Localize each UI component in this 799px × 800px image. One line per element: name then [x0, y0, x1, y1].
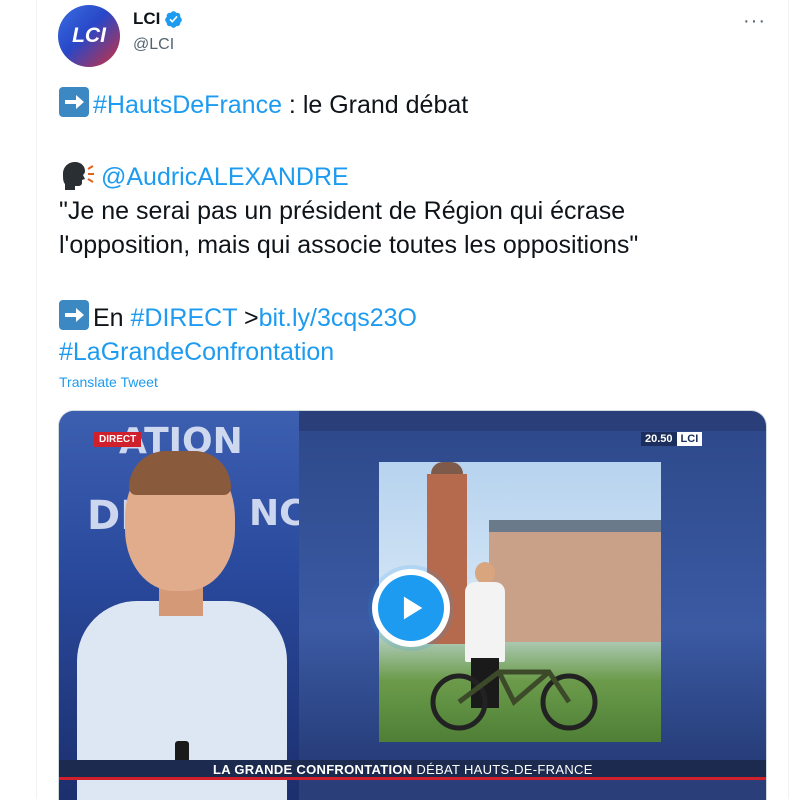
timeline-left-border [36, 0, 37, 799]
user-display-name[interactable]: LCI [133, 8, 183, 30]
lower-third-caption: LA GRANDE CONFRONTATION DÉBAT HAUTS-DE-F… [213, 762, 593, 778]
speaking-head-emoji-icon [63, 162, 94, 190]
short-link[interactable]: bit.ly/3cqs23O [259, 304, 417, 332]
mention-audricalexandre[interactable]: @AudricALEXANDRE [101, 163, 349, 191]
right-arrow-emoji-icon [59, 87, 89, 117]
translate-tweet-link[interactable]: Translate Tweet [59, 374, 158, 390]
play-icon [378, 575, 444, 641]
channel-logo: LCI [676, 432, 703, 446]
tweet-line-6: #LaGrandeConfrontation [59, 335, 759, 369]
tweet-line-1: #HautsDeFrance : le Grand débat [59, 87, 759, 122]
hashtag-hautsdefrance[interactable]: #HautsDeFrance [93, 91, 282, 119]
quote-line-1: "Je ne serai pas un président de Région … [59, 197, 626, 225]
tweet-line-5-sep: > [237, 304, 259, 332]
avatar-logo-text: LCI [72, 24, 106, 47]
broadcast-time: 20.50 [641, 432, 677, 446]
tweet-line-5-prefix: En [93, 304, 131, 332]
hashtag-lagrandeconfrontation[interactable]: #LaGrandeConfrontation [59, 338, 334, 366]
bicycle-icon [430, 669, 598, 731]
verified-badge-icon [165, 10, 183, 28]
play-button[interactable] [372, 569, 450, 647]
user-name-text: LCI [133, 9, 161, 28]
right-arrow-emoji-icon [59, 300, 89, 330]
user-handle[interactable]: @LCI [133, 35, 174, 55]
live-badge: DIRECT [94, 432, 142, 447]
timeline-right-border [788, 0, 789, 799]
hashtag-direct[interactable]: #DIRECT [131, 304, 238, 332]
avatar[interactable]: LCI [58, 5, 120, 67]
tweet-line-5: En #DIRECT >bit.ly/3cqs23O [59, 300, 759, 335]
lower-third-title: LA GRANDE CONFRONTATION [213, 762, 413, 777]
tweet-line-2: @AudricALEXANDRE [59, 160, 759, 194]
more-options-icon[interactable]: ··· [743, 10, 766, 33]
channel-clock-badge: 20.50 LCI [641, 432, 703, 446]
tweet-line-1-text: : le Grand débat [281, 91, 469, 119]
quote-line-2: l'opposition, mais qui associe toutes le… [59, 231, 639, 259]
candidate-figure [77, 451, 287, 800]
lower-third-subtitle: DÉBAT HAUTS-DE-FRANCE [416, 762, 593, 777]
tweet-text: #HautsDeFrance : le Grand débat @AudricA… [59, 87, 759, 369]
video-player[interactable]: ATION DÉ NC DIRECT 20.50 LCI LA GRANDE C… [58, 410, 767, 800]
